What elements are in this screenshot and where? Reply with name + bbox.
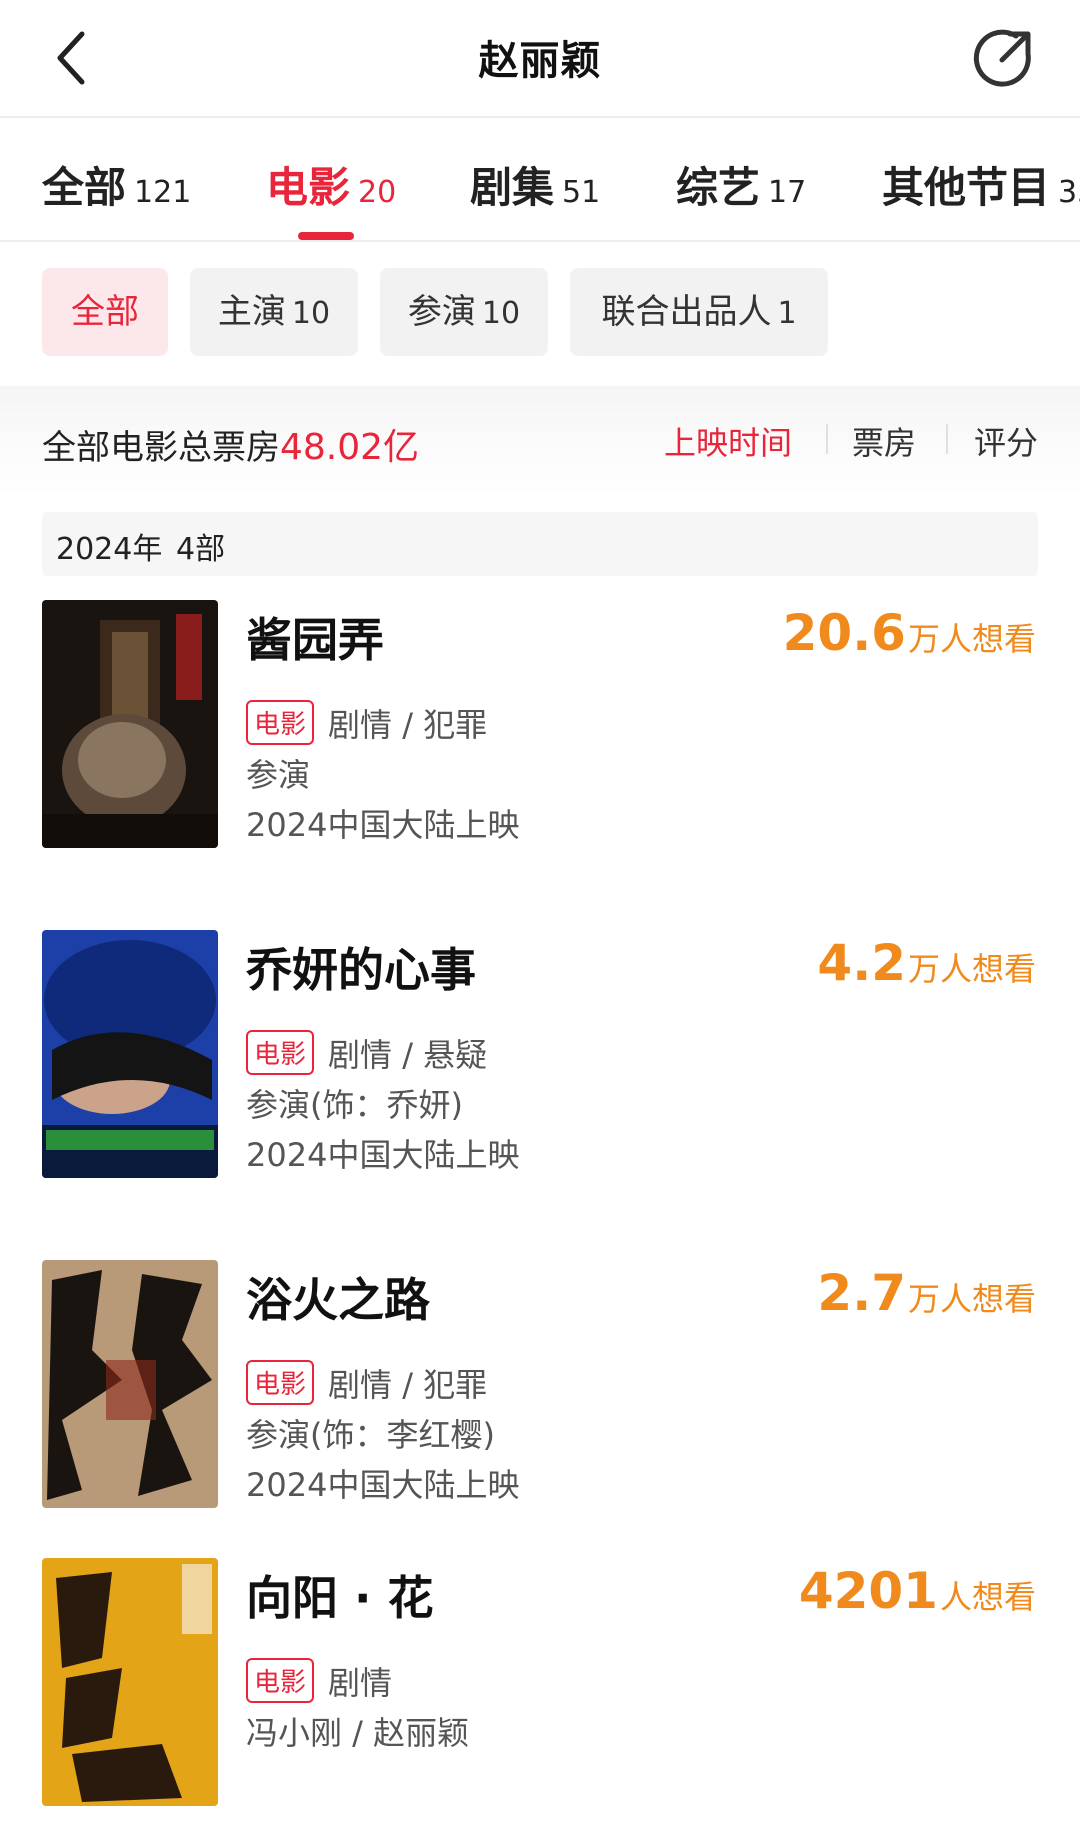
- tab-other-shows[interactable]: 其他节目33: [882, 154, 1080, 215]
- want-unit: 万人想看: [907, 620, 1036, 658]
- movie-release: 2024中国大陆上映: [246, 1136, 520, 1174]
- total-box-office-label: 全部电影总票房: [42, 428, 280, 468]
- tab-other-count: 33: [1058, 175, 1080, 210]
- movie-role: 参演(饰：李红樱): [246, 1416, 495, 1454]
- page-title: 赵丽颖: [478, 38, 602, 84]
- movie-role: 冯小刚 / 赵丽颖: [246, 1714, 470, 1752]
- movie-role: 参演: [246, 756, 311, 794]
- movie-poster[interactable]: [42, 930, 218, 1178]
- tab-variety-count: 17: [768, 175, 807, 210]
- want-number: 2.7: [817, 1264, 906, 1322]
- tab-movies-label: 电影: [266, 163, 351, 212]
- sort-divider: [826, 424, 828, 454]
- want-to-see-count: 4.2万人想看: [817, 934, 1036, 992]
- sort-box-office[interactable]: 票房: [852, 418, 916, 464]
- tab-variety-label: 综艺: [676, 163, 761, 212]
- total-box-office-amount: 48.02亿: [280, 427, 420, 468]
- tab-movies-count: 20: [358, 175, 397, 210]
- movie-type-tag: 电影: [246, 1658, 315, 1703]
- movie-title[interactable]: 浴火之路: [246, 1264, 430, 1330]
- filter-coproducer-count: 1: [777, 296, 797, 331]
- want-unit: 万人想看: [907, 950, 1036, 988]
- movie-type-tag: 电影: [246, 700, 315, 745]
- want-number: 20.6: [782, 604, 906, 662]
- movie-poster[interactable]: [42, 600, 218, 848]
- tab-all[interactable]: 全部 121: [42, 154, 191, 215]
- movie-release: 2024中国大陆上映: [246, 1466, 520, 1504]
- filter-chip-lead[interactable]: 主演 10: [190, 268, 358, 356]
- movie-item[interactable]: 乔妍的心事 4.2万人想看 电影 剧情 / 悬疑 参演(饰：乔妍) 2024中国大…: [0, 930, 1080, 1190]
- total-box-office: 全部电影总票房48.02亿: [42, 418, 419, 470]
- year-group-header: 2024年 4部: [42, 512, 1038, 576]
- top-nav-bar: 赵丽颖: [0, 0, 1080, 116]
- want-number: 4.2: [817, 934, 906, 992]
- tab-series[interactable]: 剧集 51: [470, 154, 600, 215]
- movie-genre-row: 电影 剧情 / 犯罪: [246, 1360, 487, 1406]
- tab-movies[interactable]: 电影 20: [266, 154, 396, 215]
- movie-genre-row: 电影 剧情: [246, 1658, 392, 1704]
- sort-rating[interactable]: 评分: [974, 418, 1038, 464]
- filter-lead-count: 10: [291, 296, 331, 331]
- filter-chip-supporting[interactable]: 参演 10: [380, 268, 548, 356]
- want-unit: 万人想看: [907, 1280, 1036, 1318]
- movie-genre: 剧情 / 悬疑: [328, 1036, 488, 1074]
- tab-variety[interactable]: 综艺 17: [676, 154, 806, 215]
- movie-item[interactable]: 浴火之路 2.7万人想看 电影 剧情 / 犯罪 参演(饰：李红樱) 2024中国大…: [0, 1260, 1080, 1520]
- year-count: 4部: [176, 532, 226, 567]
- filter-chip-all[interactable]: 全部: [42, 268, 168, 356]
- tab-all-label: 全部: [42, 163, 127, 212]
- movie-title[interactable]: 酱园弄: [246, 604, 384, 670]
- sort-release-time[interactable]: 上映时间: [664, 418, 792, 464]
- movie-item[interactable]: 向阳 · 花 4201人想看 电影 剧情 冯小刚 / 赵丽颖: [0, 1558, 1080, 1818]
- filter-lead-label: 主演: [217, 292, 286, 332]
- filter-supporting-label: 参演: [407, 292, 476, 332]
- filter-coproducer-label: 联合出品人: [601, 292, 772, 332]
- want-to-see-count: 2.7万人想看: [817, 1264, 1036, 1322]
- share-icon[interactable]: [972, 26, 1036, 90]
- filter-all-label: 全部: [71, 292, 139, 332]
- movie-release: 2024中国大陆上映: [246, 806, 520, 844]
- want-to-see-count: 4201人想看: [799, 1562, 1036, 1620]
- movie-type-tag: 电影: [246, 1030, 315, 1075]
- filter-supporting-count: 10: [481, 296, 521, 331]
- active-tab-indicator: [298, 232, 354, 240]
- tab-all-count: 121: [134, 175, 192, 210]
- movie-genre: 剧情: [328, 1664, 393, 1702]
- movie-item[interactable]: 酱园弄 20.6万人想看 电影 剧情 / 犯罪 参演 2024中国大陆上映: [0, 600, 1080, 860]
- movie-role: 参演(饰：乔妍): [246, 1086, 463, 1124]
- movie-title[interactable]: 乔妍的心事: [246, 934, 476, 1000]
- movie-poster[interactable]: [42, 1558, 218, 1806]
- movie-genre-row: 电影 剧情 / 悬疑: [246, 1030, 487, 1076]
- filter-chip-co-producer[interactable]: 联合出品人 1: [570, 268, 828, 356]
- sort-divider: [946, 424, 948, 454]
- tabs-divider: [0, 240, 1080, 242]
- tab-series-label: 剧集: [470, 163, 555, 212]
- tab-other-label: 其他节目: [882, 163, 1051, 212]
- movie-genre: 剧情 / 犯罪: [328, 706, 488, 744]
- want-to-see-count: 20.6万人想看: [783, 604, 1036, 662]
- movie-genre: 剧情 / 犯罪: [328, 1366, 488, 1404]
- movie-title[interactable]: 向阳 · 花: [246, 1562, 434, 1628]
- tab-series-count: 51: [562, 175, 601, 210]
- movie-type-tag: 电影: [246, 1360, 315, 1405]
- category-tabs: 全部121 电影20 剧集51 综艺17 其他节目33: [0, 118, 1080, 240]
- year-label: 2024年: [56, 532, 163, 567]
- movie-poster[interactable]: [42, 1260, 218, 1508]
- want-unit: 人想看: [939, 1578, 1036, 1616]
- want-number: 4201: [798, 1562, 938, 1620]
- movie-genre-row: 电影 剧情 / 犯罪: [246, 700, 487, 746]
